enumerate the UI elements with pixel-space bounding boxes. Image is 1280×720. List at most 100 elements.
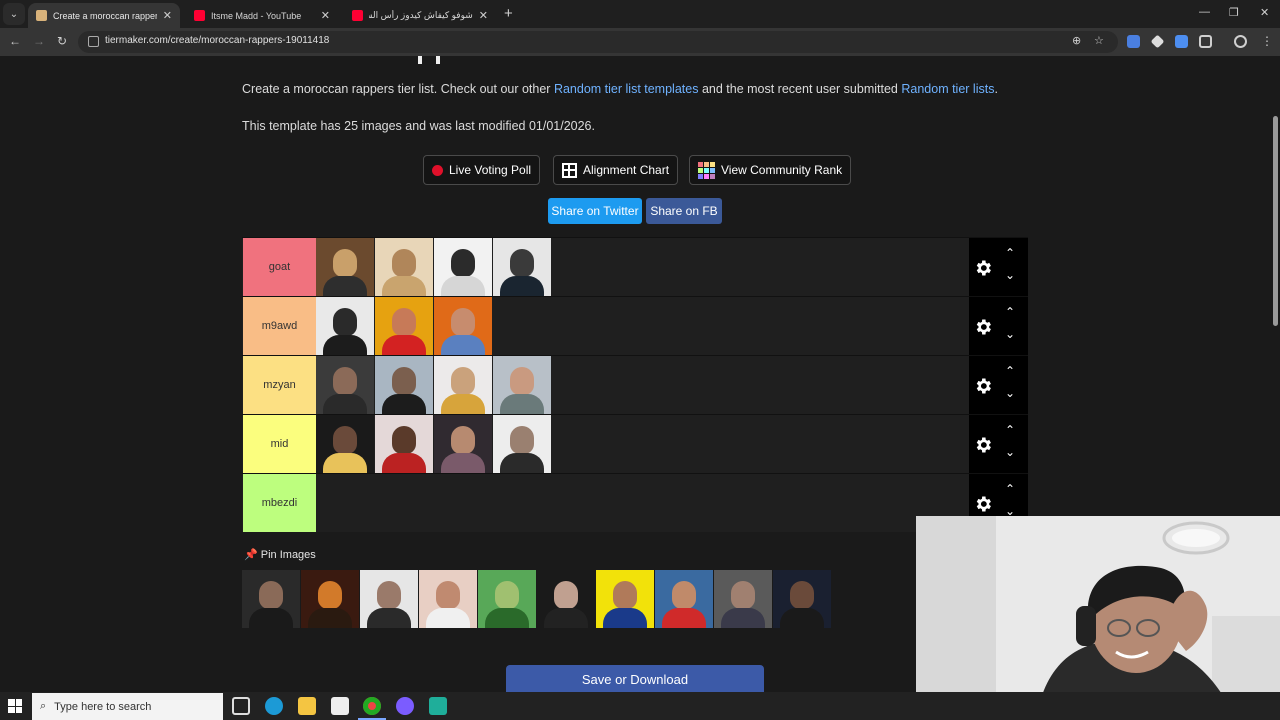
scrollbar-thumb[interactable] bbox=[1273, 116, 1278, 326]
discord-icon[interactable] bbox=[396, 697, 414, 715]
app-icon[interactable] bbox=[429, 697, 447, 715]
tier-label[interactable]: mid bbox=[243, 415, 316, 473]
pool-image[interactable] bbox=[773, 570, 831, 628]
minimize-icon[interactable]: — bbox=[1199, 6, 1210, 18]
rapper-image[interactable] bbox=[375, 356, 433, 414]
tier-row: mzyan ⌃ ⌄ bbox=[242, 355, 1028, 414]
new-tab-icon[interactable]: + bbox=[504, 5, 513, 22]
rapper-image[interactable] bbox=[434, 297, 492, 355]
tier-label[interactable]: mbezdi bbox=[243, 474, 316, 532]
tab-youtube-1[interactable]: Itsme Madd - YouTube ✕ bbox=[186, 3, 338, 28]
rapper-image[interactable] bbox=[316, 356, 374, 414]
file-explorer-icon[interactable] bbox=[298, 697, 316, 715]
move-down-icon[interactable]: ⌄ bbox=[1005, 327, 1015, 341]
move-down-icon[interactable]: ⌄ bbox=[1005, 386, 1015, 400]
edge-icon[interactable] bbox=[265, 697, 283, 715]
window-close-icon[interactable]: ✕ bbox=[1260, 6, 1269, 19]
tab-youtube-2[interactable]: شوفو كيفاش كيدوز رأس السنة ف ✕ bbox=[344, 3, 496, 28]
tab-tiermaker[interactable]: Create a moroccan rappers Tie ✕ bbox=[28, 3, 180, 28]
move-up-icon[interactable]: ⌃ bbox=[1005, 246, 1015, 260]
save-download-button[interactable]: Save or Download bbox=[506, 665, 764, 692]
random-templates-link[interactable]: Random tier list templates bbox=[554, 82, 699, 96]
pool-image[interactable] bbox=[478, 570, 536, 628]
profile-icon[interactable] bbox=[1234, 35, 1247, 48]
pool-image[interactable] bbox=[242, 570, 300, 628]
taskbar-search-box[interactable]: ⌕ Type here to search bbox=[32, 693, 223, 720]
live-voting-poll-button[interactable]: Live Voting Poll bbox=[423, 155, 541, 185]
rapper-image[interactable] bbox=[434, 415, 492, 473]
close-icon[interactable]: ✕ bbox=[163, 9, 172, 22]
pool-image[interactable] bbox=[419, 570, 477, 628]
tab-title: شوفو كيفاش كيدوز رأس السنة ف bbox=[369, 10, 473, 20]
move-down-icon[interactable]: ⌄ bbox=[1005, 268, 1015, 282]
pool-image[interactable] bbox=[596, 570, 654, 628]
rapper-image[interactable] bbox=[493, 238, 551, 296]
pool-image[interactable] bbox=[537, 570, 595, 628]
tier-items[interactable] bbox=[316, 356, 552, 414]
site-info-icon[interactable] bbox=[88, 36, 99, 47]
store-icon[interactable] bbox=[331, 697, 349, 715]
address-bar[interactable]: tiermaker.com/create/moroccan-rappers-19… bbox=[78, 31, 1118, 53]
chrome-icon[interactable] bbox=[363, 697, 381, 715]
webcam-overlay bbox=[916, 516, 1280, 720]
zoom-icon[interactable]: ⊕ bbox=[1072, 34, 1081, 47]
description: Create a moroccan rappers tier list. Che… bbox=[242, 82, 998, 96]
gear-icon[interactable] bbox=[973, 494, 993, 514]
bookmark-star-icon[interactable]: ☆ bbox=[1094, 34, 1104, 47]
tier-label[interactable]: mzyan bbox=[243, 356, 316, 414]
pushpin-icon: 📌 bbox=[244, 549, 258, 561]
pool-image[interactable] bbox=[714, 570, 772, 628]
tier-label[interactable]: m9awd bbox=[243, 297, 316, 355]
tier-items[interactable] bbox=[316, 297, 493, 355]
random-tier-lists-link[interactable]: Random tier lists bbox=[901, 82, 994, 96]
back-icon[interactable]: ← bbox=[9, 34, 21, 48]
tier-label[interactable]: goat bbox=[243, 238, 316, 296]
tier-controls: ⌃ ⌄ bbox=[969, 238, 1028, 296]
menu-kebab-icon[interactable]: ⋮ bbox=[1261, 34, 1273, 48]
close-icon[interactable]: ✕ bbox=[479, 9, 488, 22]
gear-icon[interactable] bbox=[973, 435, 993, 455]
rapper-image[interactable] bbox=[493, 356, 551, 414]
extension-diamond-icon[interactable] bbox=[1150, 34, 1165, 49]
title-fragment bbox=[418, 56, 422, 64]
tier-items[interactable] bbox=[316, 238, 552, 296]
pin-label-text: Pin Images bbox=[260, 549, 316, 561]
pool-image[interactable] bbox=[360, 570, 418, 628]
pool-image[interactable] bbox=[655, 570, 713, 628]
move-up-icon[interactable]: ⌃ bbox=[1005, 364, 1015, 378]
reload-icon[interactable]: ↻ bbox=[57, 34, 67, 48]
move-up-icon[interactable]: ⌃ bbox=[1005, 305, 1015, 319]
share-fb-button[interactable]: Share on FB bbox=[646, 198, 722, 224]
pool-image[interactable] bbox=[301, 570, 359, 628]
close-icon[interactable]: ✕ bbox=[321, 9, 330, 22]
task-view-icon[interactable] bbox=[232, 697, 250, 715]
windows-start-icon[interactable] bbox=[8, 699, 22, 713]
rapper-image[interactable] bbox=[375, 238, 433, 296]
alignment-chart-button[interactable]: Alignment Chart bbox=[553, 155, 679, 185]
rapper-image[interactable] bbox=[316, 297, 374, 355]
rapper-image[interactable] bbox=[375, 297, 433, 355]
gear-icon[interactable] bbox=[973, 317, 993, 337]
translate-extension-icon[interactable] bbox=[1127, 35, 1140, 48]
button-label: View Community Rank bbox=[721, 163, 843, 177]
extensions-puzzle-icon[interactable] bbox=[1199, 35, 1212, 48]
view-community-rank-button[interactable]: View Community Rank bbox=[689, 155, 852, 185]
forward-icon[interactable]: → bbox=[33, 34, 45, 48]
share-twitter-button[interactable]: Share on Twitter bbox=[548, 198, 642, 224]
rapper-image[interactable] bbox=[434, 356, 492, 414]
restore-icon[interactable]: ❐ bbox=[1229, 6, 1239, 19]
gear-icon[interactable] bbox=[973, 376, 993, 396]
move-up-icon[interactable]: ⌃ bbox=[1005, 423, 1015, 437]
search-icon: ⌕ bbox=[40, 700, 47, 712]
rapper-image[interactable] bbox=[316, 238, 374, 296]
rapper-image[interactable] bbox=[375, 415, 433, 473]
rapper-image[interactable] bbox=[316, 415, 374, 473]
tier-items[interactable] bbox=[316, 415, 552, 473]
rapper-image[interactable] bbox=[434, 238, 492, 296]
move-up-icon[interactable]: ⌃ bbox=[1005, 482, 1015, 496]
move-down-icon[interactable]: ⌄ bbox=[1005, 445, 1015, 459]
extension-photo-icon[interactable] bbox=[1175, 35, 1188, 48]
tab-search-button[interactable]: ⌄ bbox=[3, 3, 25, 25]
gear-icon[interactable] bbox=[973, 258, 993, 278]
rapper-image[interactable] bbox=[493, 415, 551, 473]
